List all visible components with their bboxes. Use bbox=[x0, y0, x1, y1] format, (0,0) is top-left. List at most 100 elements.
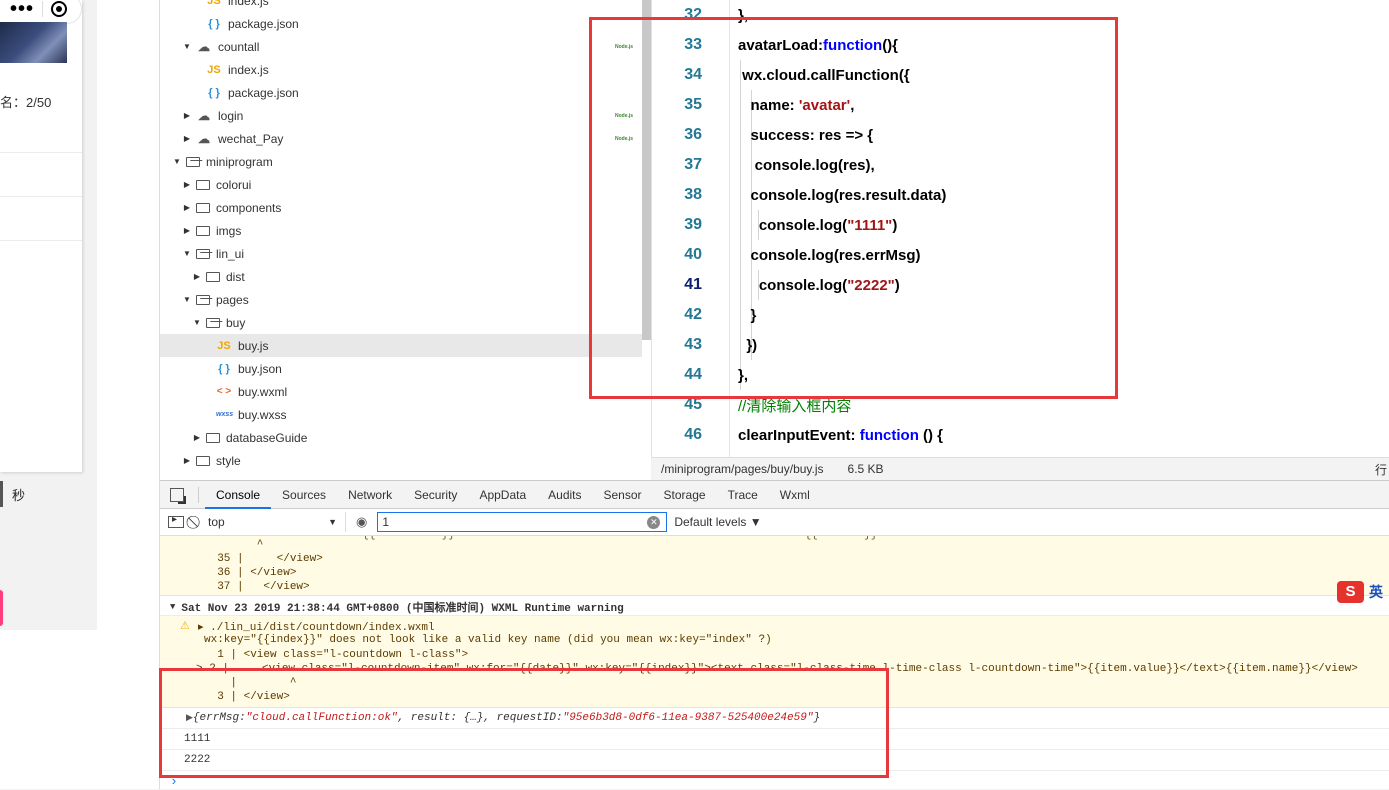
tree-item-label: package.json bbox=[228, 16, 299, 31]
tab-console[interactable]: Console bbox=[205, 481, 272, 509]
tree-item[interactable]: ▼ pages bbox=[160, 288, 642, 311]
tree-item[interactable]: JS index.js bbox=[160, 58, 642, 81]
tree-item[interactable]: ▶ components bbox=[160, 196, 642, 219]
tree-item[interactable]: ▼ buy bbox=[160, 311, 642, 334]
tree-item[interactable]: ▼ lin_ui bbox=[160, 242, 642, 265]
tab-trace[interactable]: Trace bbox=[717, 481, 769, 509]
tree-item-label: colorui bbox=[216, 177, 252, 192]
ime-indicator[interactable]: S 英 bbox=[1337, 581, 1383, 603]
chevron-down-icon: ▼ bbox=[170, 601, 176, 612]
clear-filter-icon[interactable]: ✕ bbox=[647, 515, 661, 529]
warning-code-line: 35 | </view> bbox=[204, 553, 323, 565]
wxml-file-icon: < > bbox=[216, 386, 232, 397]
tab-storage[interactable]: Storage bbox=[653, 481, 717, 509]
tree-item-label: login bbox=[218, 108, 244, 123]
tree-item-label: buy.js bbox=[238, 338, 269, 353]
folder-icon bbox=[206, 432, 220, 443]
warning-source-link[interactable]: ▸ ./lin_ui/dist/countdown/index.wxml bbox=[198, 620, 435, 634]
tree-item[interactable]: ▶ ☁ wechat_Pay bbox=[160, 127, 642, 150]
chevron-right-icon[interactable]: ▶ bbox=[192, 433, 202, 442]
devtools-tabbar: Console Sources Network Security AppData Audi… bbox=[160, 481, 1389, 509]
close-capsule-icon[interactable] bbox=[51, 1, 68, 17]
chevron-right-icon[interactable]: ▶ bbox=[182, 203, 192, 212]
pink-tab-marker bbox=[0, 590, 3, 626]
tab-network[interactable]: Network bbox=[337, 481, 403, 509]
divider bbox=[0, 240, 82, 241]
chevron-down-icon[interactable]: ▼ bbox=[182, 295, 192, 304]
chevron-right-icon[interactable]: ▶ bbox=[182, 226, 192, 235]
tree-item-label: wechat_Pay bbox=[218, 131, 284, 146]
warning-caret-line: ^ bbox=[204, 539, 264, 551]
folder-icon bbox=[196, 202, 210, 213]
chevron-right-icon[interactable]: ▶ bbox=[182, 456, 192, 465]
folder-icon bbox=[186, 156, 200, 167]
simulator-panel: ••• 名：2/50 秒 bbox=[0, 0, 160, 789]
editor-status-bar: /miniprogram/pages/buy/buy.js 6.5 KB 行 bbox=[651, 457, 1389, 480]
highlight-box-code bbox=[589, 17, 1118, 399]
file-path: /miniprogram/pages/buy/buy.js bbox=[661, 462, 824, 476]
more-icon[interactable]: ••• bbox=[10, 0, 34, 19]
tree-item[interactable]: { } package.json bbox=[160, 12, 642, 35]
tree-item[interactable]: ▶ dist bbox=[160, 265, 642, 288]
tree-item[interactable]: ▼ miniprogram bbox=[160, 150, 642, 173]
tree-item-label: index.js bbox=[228, 0, 269, 8]
inspect-element-icon[interactable] bbox=[170, 487, 186, 504]
warning-text: wx:key="{{index}}" does not look like a … bbox=[204, 634, 772, 646]
folder-icon bbox=[196, 225, 210, 236]
tree-item-label: imgs bbox=[216, 223, 242, 238]
tree-item-label: buy bbox=[226, 315, 246, 330]
eye-icon[interactable]: ◉ bbox=[356, 514, 367, 530]
console-group-header[interactable]: ▼ Sat Nov 23 2019 21:38:44 GMT+0800 (中国标… bbox=[160, 598, 1389, 616]
tree-item-label: buy.wxml bbox=[238, 384, 288, 399]
tab-sources[interactable]: Sources bbox=[271, 481, 337, 509]
tree-item[interactable]: JS buy.js bbox=[160, 334, 642, 357]
chevron-down-icon[interactable]: ▼ bbox=[172, 157, 182, 166]
warning-code-line: 1 | <view class="l-countdown l-class"> bbox=[204, 649, 469, 661]
chevron-down-icon[interactable]: ▼ bbox=[182, 42, 192, 51]
tab-sensor[interactable]: Sensor bbox=[593, 481, 653, 509]
chevron-down-icon[interactable]: ▼ bbox=[182, 249, 192, 258]
chevron-right-icon[interactable]: ▶ bbox=[192, 272, 202, 281]
console-filter-input[interactable] bbox=[377, 512, 668, 532]
code-comment: //清除输入框内容 bbox=[738, 397, 852, 415]
chevron-right-icon[interactable]: ▶ bbox=[182, 134, 192, 143]
console-toolbar: ⃠ top ▼ ◉ ✕ Default levels ▼ bbox=[160, 509, 1389, 536]
tab-divider bbox=[198, 486, 199, 503]
sidebar-toggle-icon[interactable] bbox=[168, 514, 184, 528]
code-token: clearInputEvent: bbox=[738, 426, 860, 444]
folder-icon bbox=[206, 317, 220, 328]
tree-item[interactable]: ▶ databaseGuide bbox=[160, 426, 642, 449]
tree-item[interactable]: { } buy.json bbox=[160, 357, 642, 380]
chevron-right-icon[interactable]: ▶ bbox=[182, 111, 192, 120]
tab-audits[interactable]: Audits bbox=[537, 481, 592, 509]
folder-icon bbox=[196, 248, 210, 259]
chevron-down-icon[interactable]: ▼ bbox=[192, 318, 202, 327]
tree-item[interactable]: ▶ ☁ login bbox=[160, 104, 642, 127]
code-keyword: function bbox=[859, 426, 919, 444]
tab-security[interactable]: Security bbox=[403, 481, 468, 509]
tree-item[interactable]: ▶ style bbox=[160, 449, 642, 472]
js-file-icon: JS bbox=[207, 63, 221, 76]
chevron-right-icon[interactable]: ▶ bbox=[182, 180, 192, 189]
capsule-divider bbox=[42, 1, 44, 17]
tree-item[interactable]: ▶ imgs bbox=[160, 219, 642, 242]
tree-item[interactable]: wxss buy.wxss bbox=[160, 403, 642, 426]
tree-item[interactable]: JS index.js bbox=[160, 0, 642, 12]
tree-item-label: databaseGuide bbox=[226, 430, 308, 445]
tree-item[interactable]: < > buy.wxml bbox=[160, 380, 642, 403]
context-select[interactable]: top ▼ bbox=[206, 512, 346, 532]
tab-appdata[interactable]: AppData bbox=[468, 481, 537, 509]
seconds-label: 秒 bbox=[12, 488, 26, 503]
log-levels-select[interactable]: Default levels ▼ bbox=[674, 515, 761, 529]
code-line[interactable]: 46 clearInputEvent: function () { bbox=[652, 420, 1389, 450]
miniprogram-capsule[interactable]: ••• bbox=[0, 0, 82, 24]
code-text: clearInputEvent: function () { bbox=[738, 427, 943, 444]
wxss-file-icon: wxss bbox=[216, 411, 234, 418]
tree-item[interactable]: { } package.json bbox=[160, 81, 642, 104]
tree-item[interactable]: ▼ ☁ countall bbox=[160, 35, 642, 58]
warning-code-line: 37 | </view> bbox=[204, 581, 310, 593]
tab-wxml[interactable]: Wxml bbox=[769, 481, 821, 509]
file-tree: JS index.js{ } package.json ▼ ☁ countall Node.… bbox=[160, 0, 651, 480]
js-file-icon: JS bbox=[217, 339, 231, 352]
tree-item[interactable]: ▶ colorui bbox=[160, 173, 642, 196]
